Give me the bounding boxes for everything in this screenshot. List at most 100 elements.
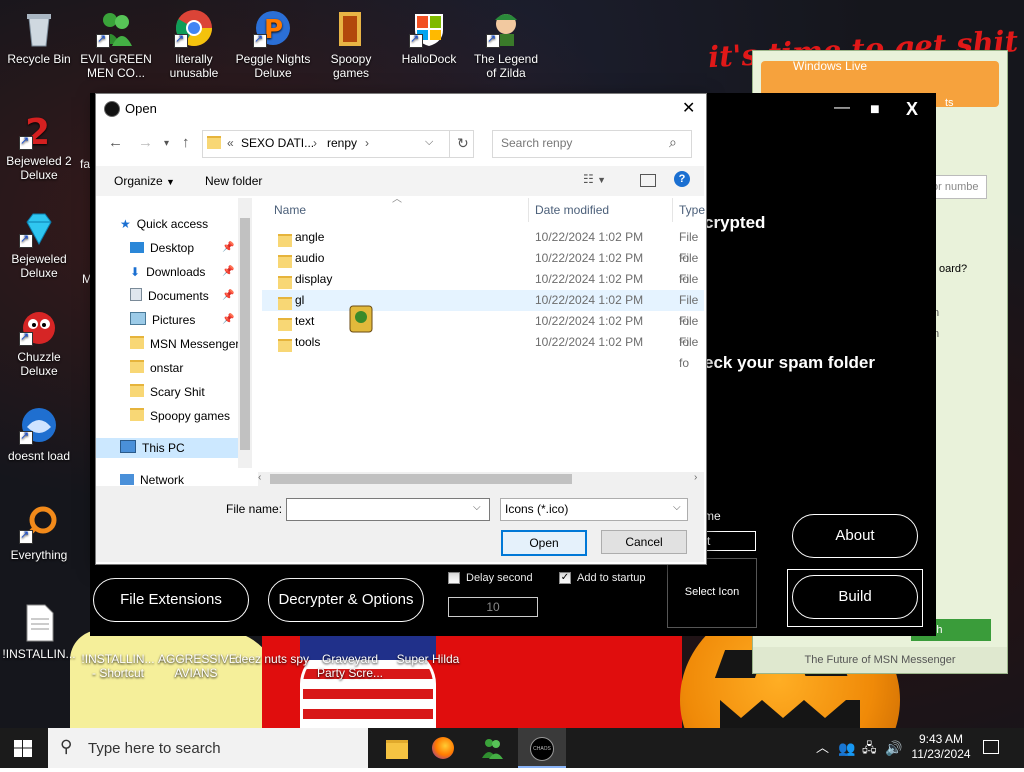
desktop-icon-installing[interactable]: !INSTALLIN... <box>1 603 77 661</box>
search-input[interactable]: Search renpy ⌕ <box>492 130 692 158</box>
help-icon[interactable]: ? <box>674 171 690 187</box>
close-button[interactable]: X <box>906 99 918 120</box>
nav-label: Documents <box>148 289 209 303</box>
scroll-left-icon[interactable]: ‹ <box>258 472 261 483</box>
desktop-icon-bejeweled[interactable]: Bejeweled Deluxe <box>1 208 77 280</box>
about-button[interactable]: About <box>792 514 918 558</box>
name-input[interactable]: xt <box>700 531 756 551</box>
maximize-button[interactable]: ■ <box>870 101 880 119</box>
delay-second-checkbox[interactable]: Delay second <box>448 572 533 585</box>
taskbar-firefox[interactable] <box>420 728 468 768</box>
msn-tray-icon[interactable]: 👥 <box>838 728 855 768</box>
address-dropdown-icon[interactable]: ⌵ <box>425 136 433 149</box>
forward-arrow-icon[interactable]: → <box>138 134 153 151</box>
desktop-icon-everything[interactable]: Everything <box>1 504 77 562</box>
minimize-button[interactable]: — <box>834 99 850 117</box>
open-file-dialog[interactable]: Open ✕ ← → ▾ ↑ « SEXO DATI... › renpy › … <box>95 93 707 565</box>
volume-icon[interactable]: 🔊 <box>885 728 902 768</box>
file-row[interactable]: display 10/22/2024 1:02 PM File fo <box>262 269 704 307</box>
file-row[interactable]: tools 10/22/2024 1:02 PM File fo <box>262 332 704 370</box>
file-type-filter-select[interactable]: Icons (*.ico) ⌵ <box>500 498 688 521</box>
network-icon[interactable]: 🖧 <box>862 728 877 768</box>
nav-item-desktop[interactable]: Desktop 📌 <box>130 238 234 258</box>
back-arrow-icon[interactable]: ← <box>108 134 123 151</box>
desktop-icon-deez-nuts-spy[interactable]: deez nuts spy <box>234 652 310 666</box>
file-row[interactable]: angle 10/22/2024 1:02 PM File fo <box>262 227 704 265</box>
nav-item-this-pc[interactable]: This PC <box>96 438 238 458</box>
desktop-icon-spoopy-games[interactable]: Spoopy games <box>313 8 389 80</box>
file-row[interactable]: gl 10/22/2024 1:02 PM File fo <box>262 290 704 328</box>
column-header-name[interactable]: Name <box>274 198 306 222</box>
search-icon[interactable]: ⌕ <box>669 134 677 151</box>
column-header-type[interactable]: Type <box>679 198 705 222</box>
taskbar-chaos[interactable]: CHAOS <box>518 728 566 768</box>
nav-item-scary-shit[interactable]: Scary Shit <box>130 382 205 402</box>
refresh-icon[interactable]: ↻ <box>457 135 469 152</box>
nav-scrollbar[interactable] <box>238 198 252 468</box>
desktop-icon-literally-unusable[interactable]: literally unusable <box>156 8 232 80</box>
desktop-icon-super-hilda[interactable]: Super Hilda <box>390 652 466 666</box>
file-name-input[interactable]: ⌵ <box>286 498 490 521</box>
chevron-down-icon[interactable]: ⌵ <box>473 502 481 513</box>
build-button[interactable]: Build <box>792 575 918 619</box>
shortcut-arrow-icon <box>409 32 423 48</box>
file-name: angle <box>295 230 325 244</box>
nav-item-pictures[interactable]: Pictures 📌 <box>130 310 234 330</box>
shortcut-arrow-icon <box>486 32 500 48</box>
desktop-icon-hallodock[interactable]: HalloDock <box>391 8 467 66</box>
nav-label: This PC <box>142 441 185 455</box>
clock[interactable]: 9:43 AM 11/23/2024 <box>910 728 972 772</box>
scroll-thumb[interactable] <box>240 218 250 450</box>
cancel-button[interactable]: Cancel <box>601 530 687 554</box>
address-bar[interactable]: « SEXO DATI... › renpy › ⌵ ↻ <box>202 130 474 158</box>
preview-pane-icon[interactable] <box>640 174 656 187</box>
desktop-icon-installing-shortcut[interactable]: !INSTALLIN... - Shortcut <box>80 652 156 680</box>
desktop-icon-bejeweled-2[interactable]: 2 Bejeweled 2 Deluxe <box>1 110 77 182</box>
desktop-icon-recycle-bin[interactable]: Recycle Bin <box>1 8 77 66</box>
file-list-hscrollbar[interactable]: ‹ › <box>258 472 704 486</box>
view-options-icon[interactable]: ☷ ▼ <box>583 172 606 186</box>
windows-start-icon[interactable] <box>14 740 32 757</box>
add-to-startup-checkbox[interactable]: ✓ Add to startup <box>559 572 646 585</box>
desktop-icon-legend-of-zilda[interactable]: The Legend of Zilda <box>468 8 544 80</box>
desktop-icon-doesnt-load[interactable]: doesnt load <box>1 405 77 463</box>
quick-access-item[interactable]: ★ Quick access <box>120 214 208 234</box>
taskbar-msn[interactable] <box>468 728 516 768</box>
organize-menu[interactable]: Organize ▼ <box>114 174 175 188</box>
column-header-date[interactable]: Date modified <box>535 198 609 222</box>
nav-item-downloads[interactable]: ⬇ Downloads 📌 <box>130 262 234 282</box>
notification-center-icon[interactable] <box>983 740 999 754</box>
taskbar-file-explorer[interactable] <box>372 728 420 768</box>
msn-phone-input[interactable]: or numbe <box>931 175 987 199</box>
nav-item-onstar[interactable]: onstar <box>130 358 183 378</box>
delay-second-input[interactable]: 10 <box>448 597 538 617</box>
desktop-icon-peggle-nights[interactable]: P Peggle Nights Deluxe <box>235 8 311 80</box>
nav-item-documents[interactable]: Documents 📌 <box>130 286 234 306</box>
select-icon-button[interactable]: Select Icon <box>667 558 757 628</box>
scroll-right-icon[interactable]: › <box>694 472 697 483</box>
file-row[interactable]: text 10/22/2024 1:02 PM File fo <box>262 311 704 349</box>
file-extensions-button[interactable]: File Extensions <box>93 578 249 622</box>
address-segment[interactable]: SEXO DATI... <box>241 136 314 150</box>
desktop-icon-aggressive-avians[interactable]: AGGRESSIVE AVIANS <box>158 652 237 680</box>
file-row[interactable]: audio 10/22/2024 1:02 PM File fo <box>262 248 704 286</box>
desktop-icon-chuzzle[interactable]: Chuzzle Deluxe <box>1 306 77 378</box>
up-arrow-icon[interactable]: ↑ <box>182 134 190 151</box>
bejeweled-2-icon: 2 <box>19 110 59 153</box>
desktop-icon-evil-green-men[interactable]: EVIL GREEN MEN CO... <box>78 8 154 80</box>
shortcut-arrow-icon <box>19 134 33 150</box>
open-button[interactable]: Open <box>501 530 587 556</box>
recent-locations-icon[interactable]: ▾ <box>164 138 169 149</box>
scroll-thumb[interactable] <box>270 474 572 484</box>
desktop-icon-graveyard-party[interactable]: Graveyard Party Scre... <box>312 652 388 680</box>
decrypter-options-button[interactable]: Decrypter & Options <box>268 578 424 622</box>
nav-item-msn-messenger[interactable]: MSN Messenger <box>130 334 239 354</box>
dialog-close-button[interactable]: ✕ <box>682 98 695 118</box>
new-folder-button[interactable]: New folder <box>205 174 262 188</box>
nav-item-spoopy-games[interactable]: Spoopy games <box>130 406 230 426</box>
chuzzle-icon <box>19 306 59 346</box>
icon-label: Bejeweled Deluxe <box>11 252 67 280</box>
address-segment[interactable]: renpy <box>327 136 357 150</box>
taskbar-search-box[interactable]: ⚲ Type here to search <box>48 728 368 768</box>
show-hidden-icons-chevron[interactable]: ︿ <box>816 728 829 768</box>
